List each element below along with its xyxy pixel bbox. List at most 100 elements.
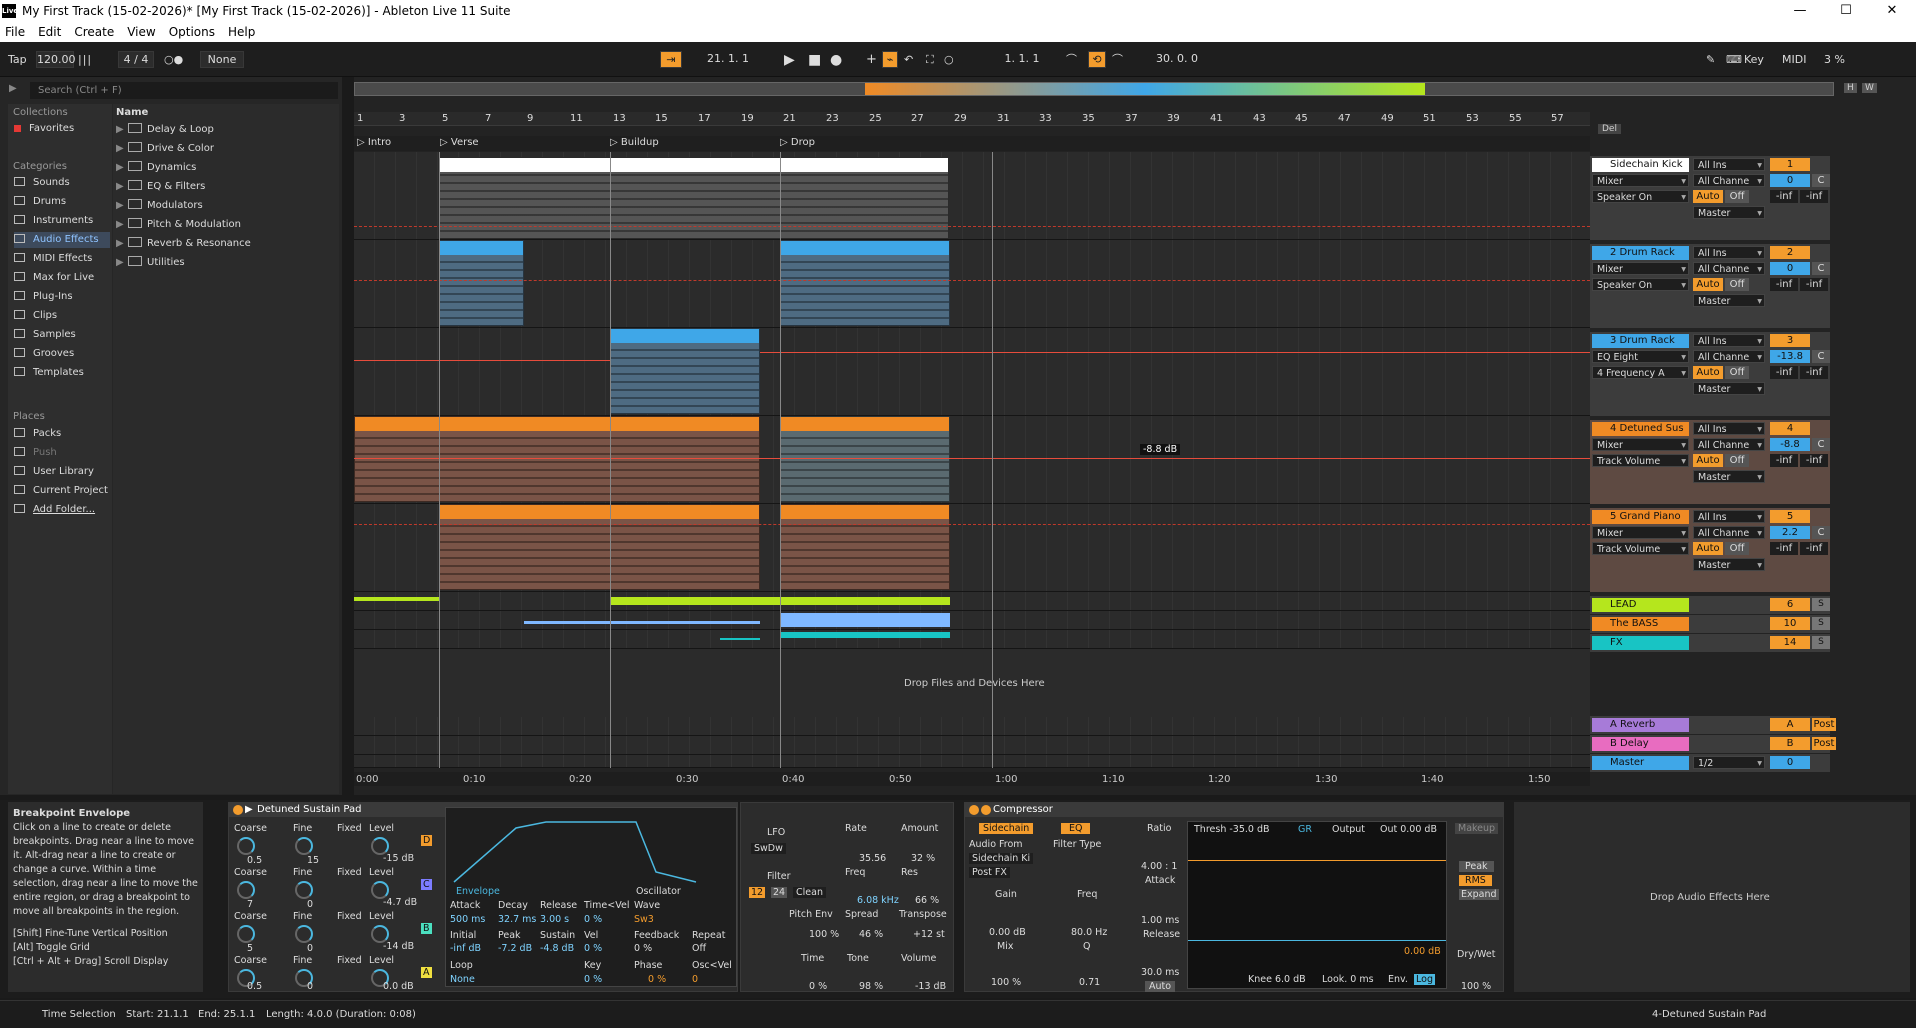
sidebar-item-templates[interactable]: Templates — [14, 365, 110, 381]
filter-mode-select[interactable]: Clean — [793, 887, 826, 898]
envelope-display[interactable]: Envelope Oscillator Attack Decay Release… — [445, 807, 737, 987]
lane-drum-rack-2[interactable] — [354, 240, 1590, 328]
list-item[interactable]: ▶ Modulators — [116, 198, 336, 214]
list-item[interactable]: ▶ EQ & Filters — [116, 179, 336, 195]
sidebar-item-sounds[interactable]: Sounds — [14, 175, 110, 191]
track-number[interactable]: 10 — [1770, 617, 1810, 630]
fold-icon[interactable]: ▶ — [245, 803, 253, 817]
group-lead[interactable]: LEAD 6 S — [1590, 596, 1830, 614]
menu-help[interactable]: Help — [223, 25, 263, 39]
coarse-knob[interactable] — [237, 925, 255, 943]
master-select[interactable]: Master — [1693, 382, 1765, 396]
track-name[interactable]: 4 Detuned Sus — [1592, 422, 1689, 436]
sidebar-item-max-for-live[interactable]: Max for Live — [14, 270, 110, 286]
auto-release-button[interactable]: Auto — [1145, 981, 1176, 992]
eq-button[interactable]: EQ — [1061, 823, 1091, 834]
lane-detuned-sus[interactable]: -8.8 dB — [354, 416, 1590, 504]
device-on-icon[interactable] — [233, 805, 243, 815]
input-select[interactable]: All Ins — [1693, 422, 1765, 436]
sidebar-item-midi-effects[interactable]: MIDI Effects — [14, 251, 110, 267]
coarse-knob[interactable] — [237, 881, 255, 899]
monitor-select[interactable]: Mixer — [1592, 174, 1689, 188]
lane-drum-rack-3[interactable] — [354, 328, 1590, 416]
minimize-icon[interactable]: — — [1777, 0, 1823, 22]
track-number[interactable]: 2 — [1770, 246, 1810, 259]
output-select[interactable]: Speaker On — [1592, 190, 1689, 204]
solo-button[interactable]: S — [1812, 598, 1830, 611]
menu-create[interactable]: Create — [69, 25, 122, 39]
track-name[interactable]: A Reverb — [1592, 718, 1689, 732]
compressor-display[interactable]: Thresh -35.0 dB GR Output Out 0.00 dB 0.… — [1187, 821, 1447, 989]
track-name[interactable]: The BASS — [1592, 617, 1689, 631]
makeup-button[interactable]: Makeup — [1455, 823, 1499, 834]
close-icon[interactable]: ✕ — [1869, 0, 1915, 22]
volume-field[interactable]: 0 — [1770, 174, 1810, 187]
auto-button[interactable]: Auto — [1693, 542, 1723, 555]
computer-keyboard-icon[interactable]: ⌨ — [1726, 52, 1742, 68]
browser-toggle-icon[interactable]: ▶ — [9, 83, 17, 94]
oscillator-tab[interactable]: Oscillator — [636, 886, 681, 897]
track-number[interactable]: 14 — [1770, 636, 1810, 649]
off-button[interactable]: Off — [1725, 366, 1749, 379]
capture-icon[interactable]: ⛶ — [926, 52, 934, 68]
osc-c-letter[interactable]: C — [421, 879, 432, 890]
fine-knob[interactable] — [295, 881, 313, 899]
list-item[interactable]: ▶ Utilities — [116, 255, 336, 271]
off-button[interactable]: Off — [1725, 454, 1749, 467]
track-drum-rack-2[interactable]: 2 Drum Rack Mixer Speaker On All Ins All… — [1590, 244, 1830, 328]
master-track[interactable]: Master 1/2 0 — [1590, 754, 1830, 772]
punch-out-icon[interactable]: ⌒ — [1112, 52, 1123, 68]
device-select[interactable]: Mixer — [1592, 526, 1689, 540]
fold-icon[interactable] — [981, 805, 991, 815]
volume-field[interactable]: 0 — [1770, 262, 1810, 275]
track-name[interactable]: Sidechain Kick — [1592, 158, 1689, 172]
channel-select[interactable]: All Channe — [1693, 262, 1765, 276]
maximize-icon[interactable]: ☐ — [1823, 0, 1869, 22]
track-name[interactable]: LEAD — [1592, 598, 1689, 612]
clip[interactable] — [610, 328, 760, 414]
pan-field[interactable]: C — [1812, 262, 1830, 275]
return-letter[interactable]: A — [1770, 718, 1810, 731]
song-position[interactable]: 21. 1. 1 — [686, 51, 770, 68]
loop-start[interactable]: 1. 1. 1 — [982, 51, 1062, 68]
sidebar-item-clips[interactable]: Clips — [14, 308, 110, 324]
input-select[interactable]: All Ins — [1693, 334, 1765, 348]
cue-out-select[interactable]: 1/2 — [1693, 756, 1765, 770]
auto-button[interactable]: Auto — [1693, 454, 1723, 467]
track-name[interactable]: FX — [1592, 636, 1689, 650]
track-number[interactable]: 1 — [1770, 158, 1810, 171]
lane-grand-piano[interactable] — [354, 504, 1590, 592]
fine-knob[interactable] — [295, 925, 313, 943]
loop-switch-icon[interactable]: ⟲ — [1088, 51, 1106, 68]
vel-value[interactable]: 0 % — [584, 943, 602, 954]
session-record-icon[interactable]: ○ — [944, 52, 954, 68]
device-select[interactable]: Mixer — [1592, 438, 1689, 452]
stop-icon[interactable]: ■ — [808, 52, 821, 68]
sidebar-item-favorites[interactable]: Favorites — [14, 121, 110, 137]
volume-field[interactable]: -8.8 — [1770, 438, 1810, 451]
channel-select[interactable]: All Channe — [1693, 526, 1765, 540]
input-select[interactable]: All Ins — [1693, 158, 1765, 172]
device-on-icon[interactable] — [969, 805, 979, 815]
filter-24-button[interactable]: 24 — [771, 887, 788, 898]
zoom-w-button[interactable]: W — [1862, 83, 1877, 93]
arrangement-position-icon[interactable]: ⇥ — [660, 51, 682, 68]
parameter-select[interactable]: Track Volume — [1592, 454, 1689, 468]
release-value[interactable]: 3.00 s — [540, 914, 569, 925]
input-select[interactable]: All Ins — [1693, 510, 1765, 524]
track-name[interactable]: Master — [1592, 756, 1689, 770]
key-map-button[interactable]: Key — [1744, 52, 1764, 68]
master-select[interactable]: Master — [1693, 206, 1765, 220]
sidebar-item-drums[interactable]: Drums — [14, 194, 110, 210]
phase-value[interactable]: 0 % — [648, 974, 666, 985]
track-grand-piano[interactable]: 5 Grand Piano Mixer Track Volume All Ins… — [1590, 508, 1830, 592]
track-name[interactable]: 5 Grand Piano — [1592, 510, 1689, 524]
attack-value[interactable]: 500 ms — [450, 914, 485, 925]
track-number[interactable]: 3 — [1770, 334, 1810, 347]
sidebar-item-current-project[interactable]: Current Project — [14, 483, 110, 499]
track-name[interactable]: B Delay — [1592, 737, 1689, 751]
pan-field[interactable]: C — [1812, 350, 1830, 363]
draw-mode-icon[interactable]: ✎ — [1706, 52, 1715, 68]
clip[interactable] — [439, 504, 760, 590]
lookahead-select[interactable]: Look. 0 ms — [1322, 974, 1374, 985]
